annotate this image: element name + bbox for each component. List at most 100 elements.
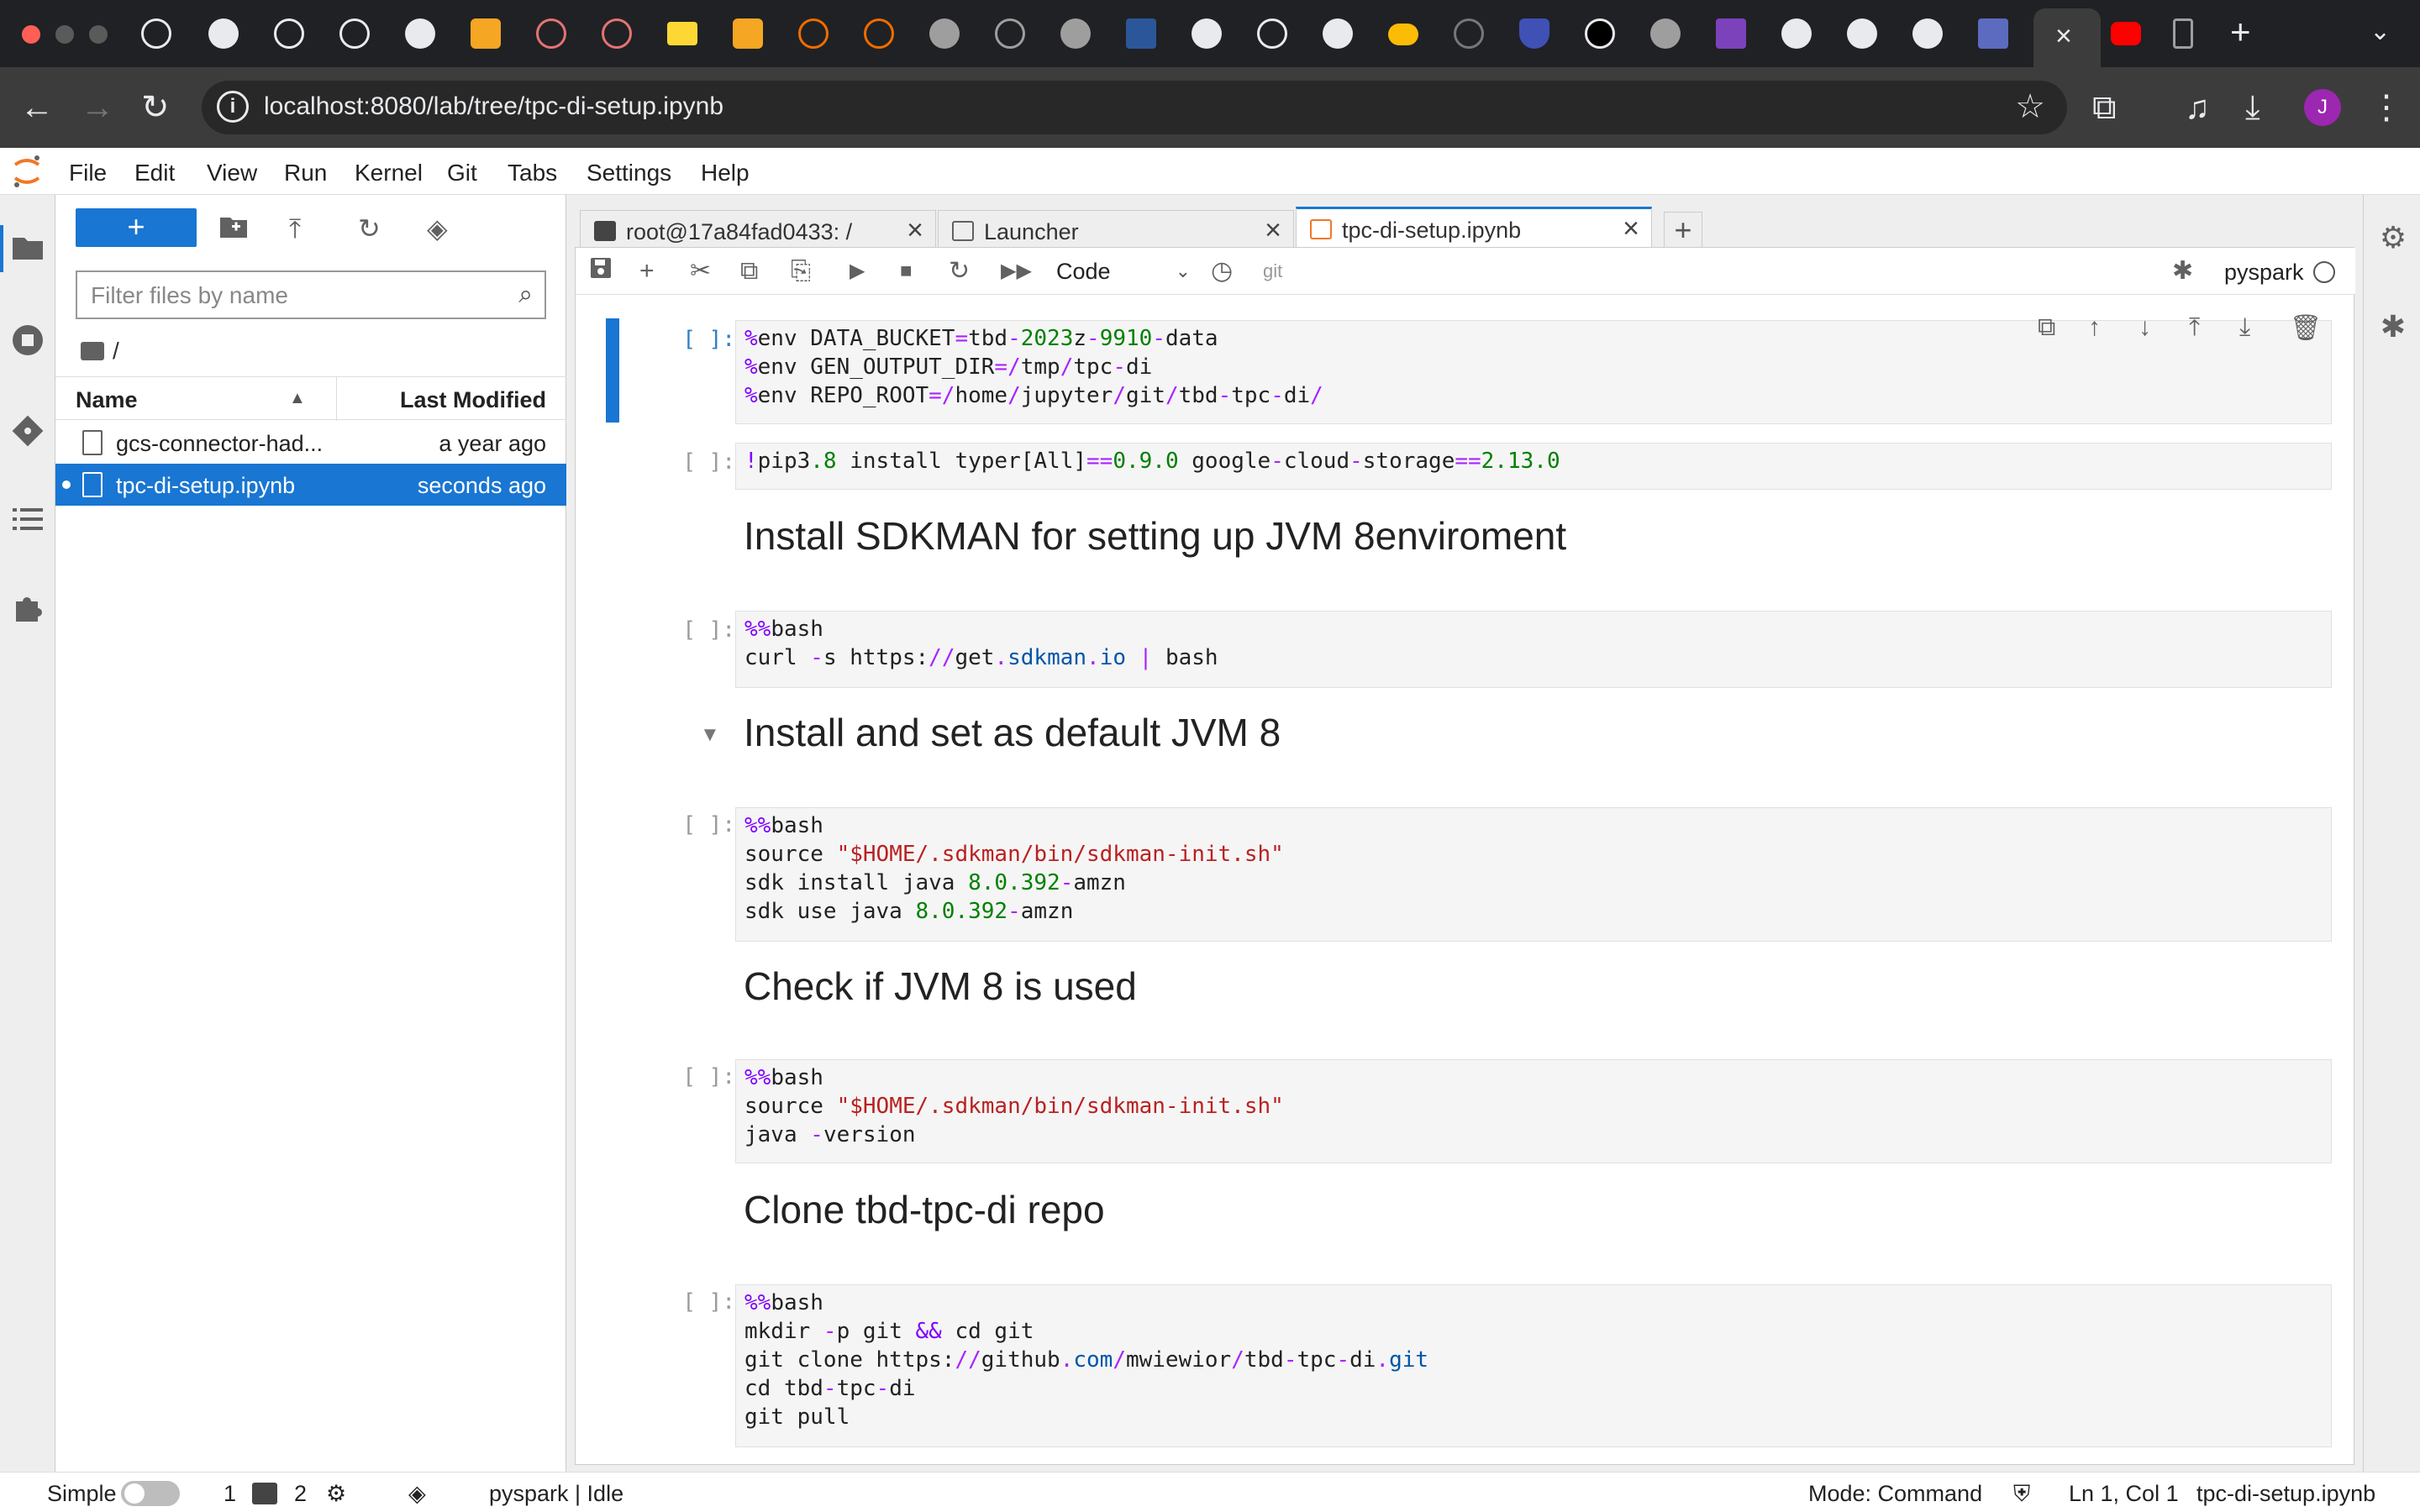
simple-mode-toggle[interactable] <box>121 1481 180 1506</box>
tab-favicon-word[interactable] <box>1126 18 1156 49</box>
tab-favicon-globe-4[interactable] <box>1650 18 1681 49</box>
git-icon[interactable]: ◈ <box>408 1481 426 1507</box>
terminal-count[interactable]: 1 <box>224 1481 236 1507</box>
tab-favicon-github-2[interactable] <box>274 18 304 49</box>
markdown-heading[interactable]: Install and set as default JVM 8 <box>744 710 1281 755</box>
tab-favicon-github-10[interactable] <box>1912 18 1943 49</box>
tab-favicon-github-8[interactable] <box>1781 18 1812 49</box>
git-diff-label[interactable]: git <box>1263 256 1282 286</box>
search-icon[interactable]: ⌕ <box>518 281 533 309</box>
tab-favicon-5[interactable] <box>471 18 501 49</box>
menu-tabs[interactable]: Tabs <box>508 160 557 186</box>
tab-favicon-github-3[interactable] <box>339 18 370 49</box>
reload-icon[interactable]: ↻ <box>141 87 170 128</box>
save-icon[interactable] <box>589 256 613 287</box>
code-cell-editor[interactable]: %%bash source "$HOME/.sdkman/bin/sdkman-… <box>735 807 2332 942</box>
insert-above-icon[interactable]: ⤒ <box>2189 313 2200 342</box>
trust-shield-icon[interactable]: ⛨ <box>2013 1481 2030 1508</box>
extension-icon[interactable] <box>10 593 45 628</box>
tab-favicon-26[interactable] <box>1978 18 2008 49</box>
kebab-menu-icon[interactable]: ⋮ <box>2370 87 2403 128</box>
cell-type-select[interactable]: Code ⌄ <box>1056 255 1191 288</box>
paste-icon[interactable]: ⎘ <box>791 256 811 286</box>
copy-icon[interactable]: ⧉ <box>740 256 758 286</box>
tab-favicon-github-4[interactable] <box>405 18 435 49</box>
close-icon[interactable]: × <box>2055 20 2072 53</box>
menu-edit[interactable]: Edit <box>134 160 175 186</box>
extensions-icon[interactable]: ⧉ <box>2092 87 2117 128</box>
trash-icon[interactable]: 🗑 <box>2290 313 2322 343</box>
menu-kernel[interactable]: Kernel <box>355 160 423 186</box>
markdown-heading[interactable]: Install SDKMAN for setting up JVM 8envir… <box>744 513 1566 559</box>
breadcrumb-root[interactable]: / <box>113 338 119 364</box>
tab-favicon-shield[interactable] <box>1519 18 1549 49</box>
new-folder-icon[interactable] <box>220 212 247 245</box>
window-zoom-button[interactable] <box>89 25 108 44</box>
running-icon[interactable] <box>10 324 45 360</box>
menu-help[interactable]: Help <box>701 160 750 186</box>
menu-file[interactable]: File <box>69 160 107 186</box>
tab-favicon-globe-2[interactable] <box>995 18 1025 49</box>
move-down-icon[interactable]: ↓ <box>2139 313 2151 342</box>
address-url[interactable]: localhost:8080/lab/tree/tpc-di-setup.ipy… <box>264 92 723 121</box>
markdown-heading[interactable]: Check if JVM 8 is used <box>744 963 1137 1009</box>
insert-cell-icon[interactable]: + <box>639 256 655 286</box>
tab-favicon-github-6[interactable] <box>1257 18 1287 49</box>
sort-ascending-icon[interactable]: ▲ <box>289 389 306 408</box>
git-icon[interactable] <box>10 415 45 450</box>
close-icon[interactable]: × <box>1265 214 1281 247</box>
file-row[interactable]: gcs-connector-had... a year ago <box>55 422 566 464</box>
duplicate-cell-icon[interactable]: ⧉ <box>2038 313 2055 342</box>
tab-notebook[interactable]: tpc-di-setup.ipynb × <box>1296 207 1652 252</box>
tab-launcher[interactable]: Launcher × <box>938 210 1294 250</box>
add-tab-button[interactable]: + <box>1664 212 1702 250</box>
stop-icon[interactable]: ■ <box>900 256 913 286</box>
column-name-header[interactable]: Name <box>76 387 138 413</box>
code-cell-editor[interactable]: %%bash source "$HOME/.sdkman/bin/sdkman-… <box>735 1059 2332 1163</box>
move-up-icon[interactable]: ↑ <box>2088 313 2101 342</box>
menu-git[interactable]: Git <box>447 160 477 186</box>
tab-favicon-folder[interactable] <box>667 22 697 45</box>
cursor-position[interactable]: Ln 1, Col 1 <box>2069 1481 2179 1507</box>
browser-active-tab[interactable]: × <box>2033 8 2101 67</box>
clock-icon[interactable]: ◷ <box>1211 256 1233 286</box>
tab-terminal[interactable]: root@17a84fad0433: / × <box>580 210 936 250</box>
tab-favicon-7[interactable] <box>602 18 632 49</box>
tab-favicon-11[interactable] <box>864 18 894 49</box>
column-modified-header[interactable]: Last Modified <box>400 387 546 413</box>
address-bar[interactable]: i localhost:8080/lab/tree/tpc-di-setup.i… <box>202 81 2067 134</box>
tab-favicon-youtube[interactable] <box>2111 22 2141 45</box>
upload-icon[interactable]: ⤒ <box>289 212 301 245</box>
tab-favicon-cloud[interactable] <box>1388 24 1418 45</box>
tab-favicon-github-5[interactable] <box>1192 18 1222 49</box>
kernel-status-text[interactable]: pyspark | Idle <box>489 1481 623 1507</box>
tab-favicon-hex[interactable] <box>1454 18 1484 49</box>
tab-favicon-github-7[interactable] <box>1323 18 1353 49</box>
back-arrow-icon[interactable]: ← <box>20 87 54 128</box>
debugger-icon[interactable]: ✱ <box>2375 309 2411 344</box>
fast-forward-icon[interactable]: ▶▶ <box>1001 256 1032 286</box>
tab-favicon-10[interactable] <box>798 18 829 49</box>
kernel-name-button[interactable]: pyspark <box>2224 260 2304 286</box>
collapse-caret-icon[interactable]: ▼ <box>700 723 720 747</box>
file-row-selected[interactable]: tpc-di-setup.ipynb seconds ago <box>55 464 566 506</box>
insert-below-icon[interactable]: ⤓ <box>2239 313 2250 342</box>
code-cell-editor[interactable]: %%bash mkdir -p git && cd git git clone … <box>735 1284 2332 1447</box>
new-launcher-button[interactable]: + <box>76 208 197 247</box>
forward-arrow-icon[interactable]: → <box>81 87 114 128</box>
git-clone-icon[interactable]: ◈ <box>427 212 448 245</box>
tab-favicon-globe-1[interactable] <box>929 18 960 49</box>
restart-icon[interactable]: ↻ <box>949 256 970 286</box>
tab-favicon-globe-3[interactable] <box>1060 18 1091 49</box>
tab-favicon-1[interactable] <box>141 18 171 49</box>
window-close-button[interactable] <box>22 25 40 44</box>
profile-avatar[interactable]: J <box>2304 89 2341 126</box>
bug-icon[interactable]: ✱ <box>2172 256 2193 286</box>
tab-favicon-github-1[interactable] <box>208 18 239 49</box>
code-cell-editor[interactable]: %%bash curl -s https://get.sdkman.io | b… <box>735 611 2332 688</box>
run-icon[interactable]: ▶ <box>850 256 865 286</box>
filter-files-input[interactable] <box>91 281 486 311</box>
tab-favicon-9[interactable] <box>733 18 763 49</box>
window-minimize-button[interactable] <box>55 25 74 44</box>
folder-icon[interactable] <box>10 232 45 267</box>
